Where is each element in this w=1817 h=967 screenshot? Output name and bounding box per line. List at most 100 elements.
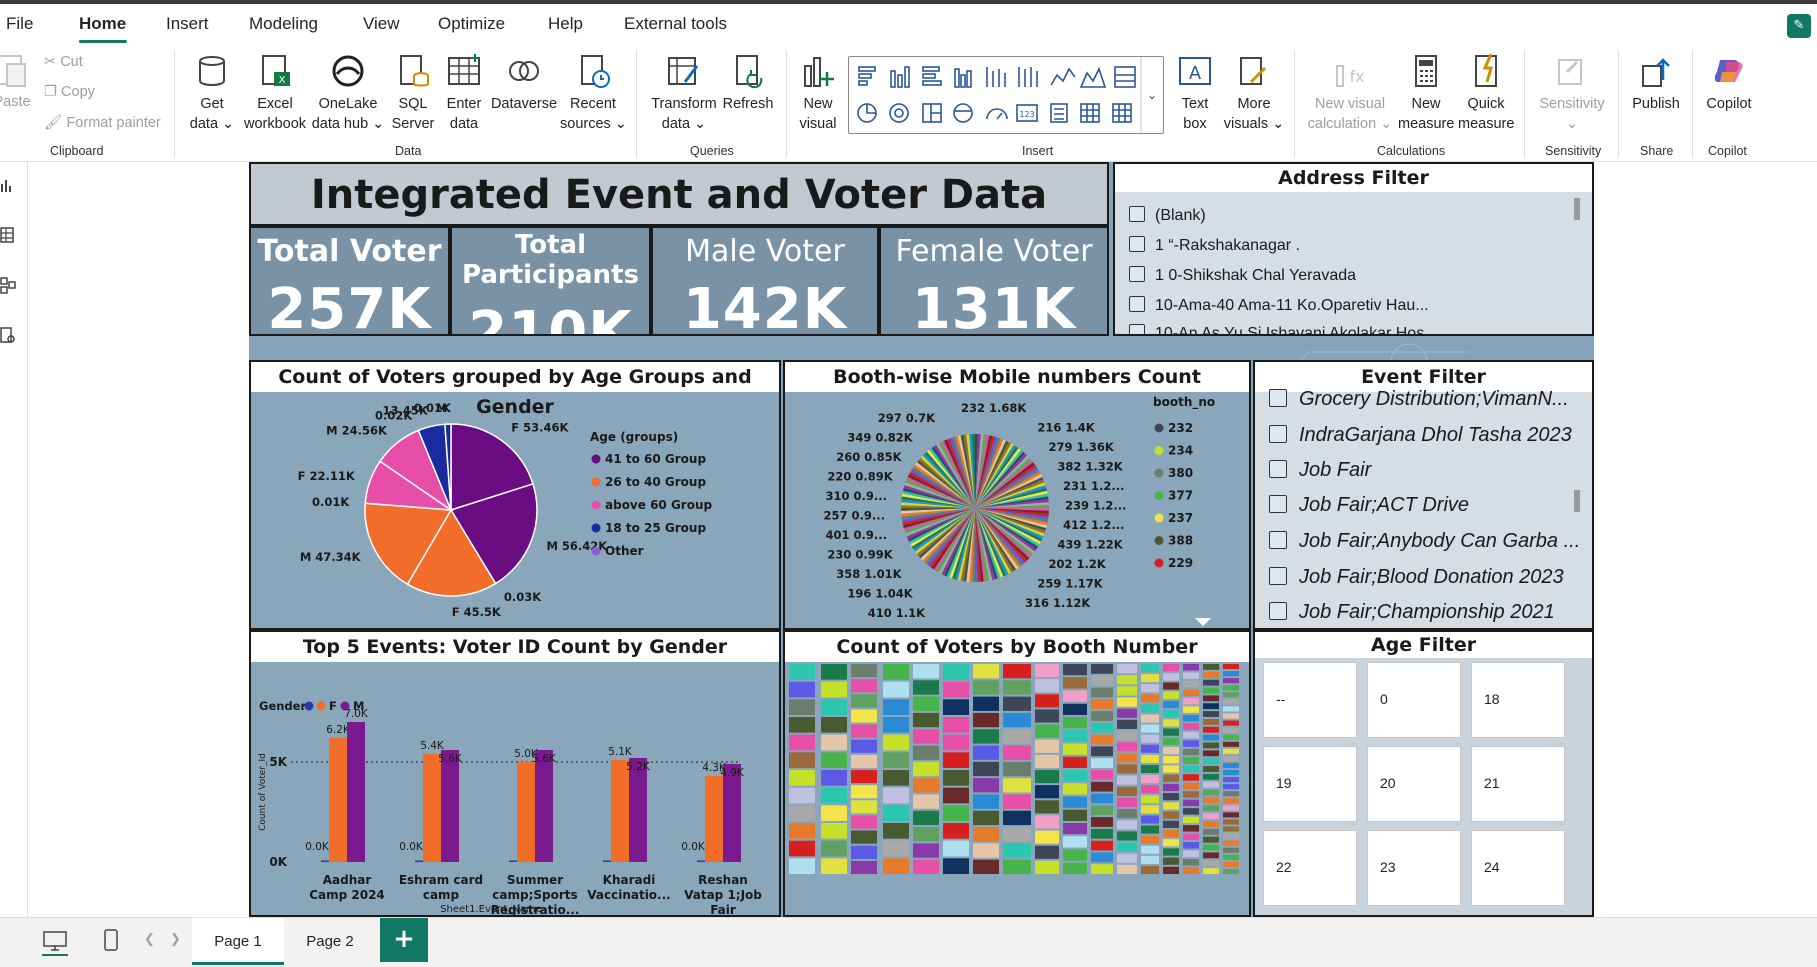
format-painter-button[interactable]: 🖌 Format painter bbox=[44, 114, 161, 131]
age-tile[interactable]: 24 bbox=[1471, 830, 1565, 906]
text-box-button[interactable]: A Text box bbox=[1170, 52, 1220, 134]
legend-label: 237 bbox=[1168, 511, 1193, 525]
tab-page-2[interactable]: Page 2 bbox=[284, 918, 376, 965]
legend-swatch bbox=[1154, 423, 1164, 433]
mobile-layout-icon[interactable] bbox=[102, 928, 120, 952]
age-tile[interactable]: 23 bbox=[1367, 830, 1461, 906]
legend-swatch bbox=[591, 500, 601, 510]
corner-action-icon[interactable]: ✎ bbox=[1787, 14, 1811, 38]
treemap-cell bbox=[1091, 781, 1113, 792]
dataverse-button[interactable]: Dataverse bbox=[490, 52, 558, 114]
treemap-cell bbox=[1223, 784, 1239, 790]
paste-button[interactable]: Paste bbox=[0, 50, 32, 112]
visual-gallery[interactable]: 123 ⌄ bbox=[848, 56, 1164, 135]
slicer-scrollbar[interactable] bbox=[1574, 490, 1580, 512]
checkbox[interactable] bbox=[1129, 266, 1145, 282]
scroll-left-icon[interactable]: ❮ bbox=[144, 932, 155, 947]
age-tile[interactable]: 22 bbox=[1263, 830, 1357, 906]
menu-view[interactable]: View bbox=[363, 14, 400, 34]
treemap-cell bbox=[851, 815, 877, 829]
recent-sources-button[interactable]: Recent sources ⌄ bbox=[560, 52, 627, 134]
age-tile[interactable]: 18 bbox=[1471, 662, 1565, 738]
page-tabs-bar: ❮ ❯ Page 1 Page 2 + bbox=[0, 917, 1817, 967]
treemap-cell bbox=[1117, 708, 1137, 718]
refresh-button[interactable]: Refresh bbox=[720, 52, 776, 114]
dax-query-view-icon[interactable] bbox=[0, 326, 16, 344]
more-visuals-button[interactable]: More visuals ⌄ bbox=[1222, 52, 1286, 134]
event-option[interactable]: Job Fair bbox=[1269, 459, 1371, 482]
treemap-cell bbox=[1117, 697, 1137, 707]
event-option[interactable]: Job Fair;ACT Drive bbox=[1269, 494, 1469, 517]
checkbox[interactable] bbox=[1129, 296, 1145, 312]
age-tile[interactable]: -- bbox=[1263, 662, 1357, 738]
publish-button[interactable]: Publish bbox=[1626, 52, 1686, 114]
onelake-data-hub-button[interactable]: OneLake data hub ⌄ bbox=[310, 52, 386, 134]
tab-page-1[interactable]: Page 1 bbox=[192, 918, 284, 965]
legend-swatch bbox=[591, 523, 601, 533]
event-option[interactable]: Job Fair;Anybody Can Garba ... bbox=[1269, 530, 1580, 553]
copy-button[interactable]: ❐ Copy bbox=[44, 84, 95, 100]
menu-external-tools[interactable]: External tools bbox=[624, 14, 727, 34]
enter-data-button[interactable]: Enter data bbox=[442, 52, 486, 134]
age-tile[interactable]: 19 bbox=[1263, 746, 1357, 822]
cut-button[interactable]: ✂ Cut bbox=[44, 54, 83, 70]
age-tile[interactable]: 21 bbox=[1471, 746, 1565, 822]
transform-data-button[interactable]: Transform data ⌄ bbox=[648, 52, 720, 134]
legend-title: Age (groups) bbox=[590, 430, 678, 444]
address-option[interactable]: 1 0-Shikshak Chal Yeravada bbox=[1129, 266, 1356, 285]
model-view-icon[interactable] bbox=[0, 276, 16, 294]
checkbox[interactable] bbox=[1269, 495, 1287, 513]
desktop-layout-icon[interactable] bbox=[42, 930, 68, 952]
age-tile[interactable]: 20 bbox=[1367, 746, 1461, 822]
event-option[interactable]: IndraGarjana Dhol Tasha 2023 bbox=[1269, 424, 1572, 447]
quick-measure-button[interactable]: Quick measure bbox=[1458, 52, 1514, 134]
checkbox[interactable] bbox=[1269, 531, 1287, 549]
checkbox[interactable] bbox=[1269, 389, 1287, 407]
checkbox[interactable] bbox=[1129, 206, 1145, 222]
new-measure-button[interactable]: New measure bbox=[1398, 52, 1454, 134]
line-chart-icon bbox=[1050, 67, 1076, 86]
table-view-icon[interactable] bbox=[0, 226, 16, 244]
event-option[interactable]: Grocery Distribution;VimanN... bbox=[1269, 388, 1569, 411]
treemap-cell bbox=[1203, 797, 1219, 804]
checkbox[interactable] bbox=[1269, 460, 1287, 478]
sql-server-button[interactable]: SQL Server bbox=[388, 52, 438, 134]
slicer-scrollbar[interactable] bbox=[1574, 198, 1580, 220]
scroll-right-icon[interactable]: ❯ bbox=[170, 932, 181, 947]
menu-optimize[interactable]: Optimize bbox=[438, 14, 505, 34]
menu-modeling[interactable]: Modeling bbox=[249, 14, 318, 34]
menu-home[interactable]: Home bbox=[79, 14, 126, 34]
menu-insert[interactable]: Insert bbox=[166, 14, 209, 34]
add-page-button[interactable]: + bbox=[380, 918, 428, 962]
checkbox[interactable] bbox=[1269, 602, 1287, 620]
checkbox[interactable] bbox=[1129, 236, 1145, 252]
address-option[interactable]: 10-An As Yu Si Ishavani Akolakar Hos... bbox=[1129, 324, 1438, 334]
new-visual-button[interactable]: New visual bbox=[794, 52, 842, 134]
event-option[interactable]: Job Fair;Championship 2021 bbox=[1269, 601, 1555, 624]
report-view-icon[interactable] bbox=[0, 176, 16, 194]
treemap-cell bbox=[1163, 756, 1179, 764]
sensitivity-button[interactable]: Sensitivity ⌄ bbox=[1534, 52, 1610, 134]
checkbox[interactable] bbox=[1129, 324, 1145, 334]
card-icon: 123 bbox=[1016, 104, 1038, 122]
checkbox[interactable] bbox=[1269, 425, 1287, 443]
bar-data-label: 7.0K bbox=[344, 708, 369, 720]
new-visual-calculation-button[interactable]: fx New visual calculation ⌄ bbox=[1304, 52, 1396, 134]
treemap-cell bbox=[1003, 680, 1031, 695]
menu-file[interactable]: File bbox=[6, 14, 33, 34]
treemap-cell bbox=[1117, 820, 1137, 830]
treemap-cell bbox=[973, 729, 999, 744]
menu-help[interactable]: Help bbox=[548, 14, 583, 34]
get-data-button[interactable]: Get data ⌄ bbox=[186, 52, 238, 134]
event-option[interactable]: Job Fair;Blood Donation 2023 bbox=[1269, 566, 1564, 589]
excel-workbook-button[interactable]: X Excel workbook bbox=[240, 52, 310, 134]
checkbox[interactable] bbox=[1269, 567, 1287, 585]
treemap-cell bbox=[821, 717, 847, 733]
age-tile[interactable]: 0 bbox=[1367, 662, 1461, 738]
address-option[interactable]: 1 “-Rakshakanagar . bbox=[1129, 236, 1300, 255]
address-option[interactable]: 10-Ama-40 Ama-11 Ko.Oparetiv Hau... bbox=[1129, 296, 1429, 315]
paste-icon bbox=[0, 55, 26, 87]
address-option[interactable]: (Blank) bbox=[1129, 206, 1206, 225]
copilot-button[interactable]: Copilot bbox=[1700, 52, 1758, 114]
treemap-cell bbox=[789, 664, 815, 680]
